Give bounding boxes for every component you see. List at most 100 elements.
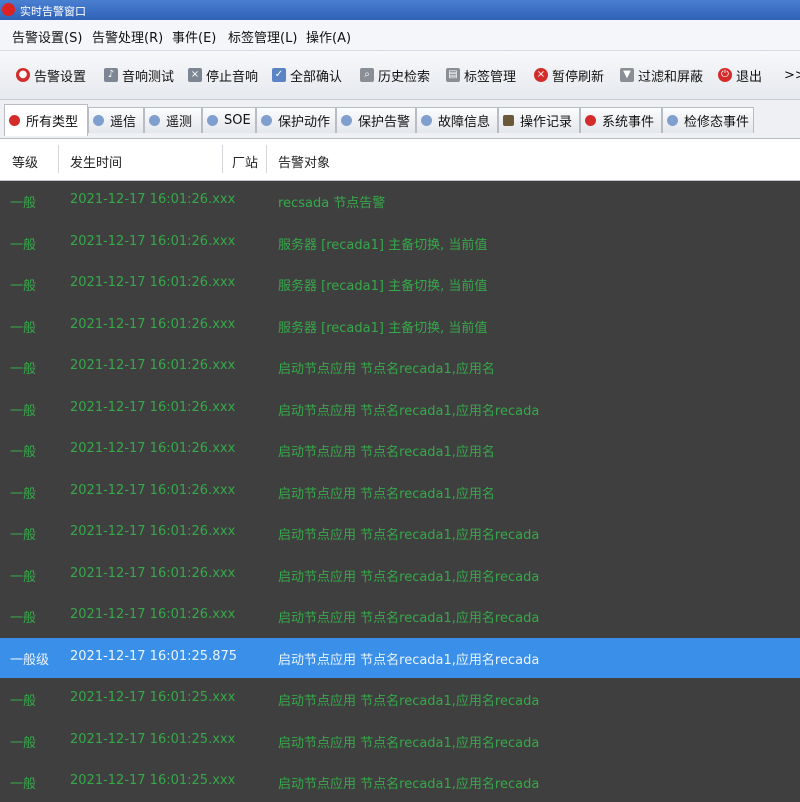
cell-object: 启动节点应用 节点名recada1,应用名recada: [278, 611, 540, 626]
table-row[interactable]: 一般 2021-12-17 16:01:26.xxx 启动节点应用 节点名recad…: [0, 347, 800, 387]
cell-object: 服务器 [recada1] 主备切换, 当前值: [278, 320, 488, 336]
window-title: 实时告警窗口: [20, 5, 86, 18]
menu-event[interactable]: 事件(E): [172, 27, 216, 46]
cell-level: 一般: [10, 735, 37, 751]
table-row[interactable]: 一般 2021-12-17 16:01:26.xxx recsada 节点告警: [0, 181, 800, 221]
menu-alarm-handling[interactable]: 告警处理(R): [92, 27, 163, 46]
cell-time: 2021-12-17 16:01:25.875: [70, 648, 238, 664]
table-row[interactable]: 一般 2021-12-17 16:01:26.xxx 服务器 [recada1] 主…: [0, 223, 800, 263]
tag-management-label: 标签管理: [464, 69, 517, 85]
cell-time: 2021-12-17 16:01:25.xxx: [70, 773, 236, 788]
stop-sound-label: 停止音响: [206, 69, 259, 85]
cell-time: 2021-12-17 16:01:26.xxx: [70, 441, 236, 456]
cell-level: 一般: [10, 694, 37, 709]
cell-time: 2021-12-17 16:01:26.xxx: [70, 233, 236, 249]
cell-time: 2021-12-17 16:01:25.xxx: [70, 731, 236, 747]
tab-label: 遥信: [110, 115, 137, 130]
title-bar: 实时告警窗口: [0, 0, 800, 20]
table-row[interactable]: 一般 2021-12-17 16:01:26.xxx 服务器 [recada1] 主…: [0, 306, 800, 346]
table-row[interactable]: 一般 2021-12-17 16:01:26.xxx 启动节点应用 节点名recad…: [0, 430, 800, 470]
more-label: >>: [784, 67, 800, 83]
tab-protection-action[interactable]: 保护动作: [256, 107, 336, 133]
sound-test-button[interactable]: ♪ 音响测试: [104, 63, 174, 87]
table-row[interactable]: 一般 2021-12-17 16:01:26.xxx 启动节点应用 节点名recad…: [0, 596, 800, 636]
alarm-settings-label: 告警设置: [34, 69, 87, 85]
tab-label: 保护告警: [358, 115, 411, 130]
column-divider[interactable]: [266, 145, 267, 173]
tag-management-button[interactable]: ▤ 标签管理: [446, 63, 516, 87]
tab-all-types[interactable]: 所有类型: [4, 104, 88, 136]
header-object[interactable]: 告警对象: [278, 152, 330, 171]
cell-object: 启动节点应用 节点名recada1,应用名recada: [278, 777, 540, 792]
tab-label: SOE: [224, 113, 251, 128]
cell-level: 一般: [10, 528, 37, 543]
tab-telesignal[interactable]: 遥信: [88, 107, 144, 133]
table-row[interactable]: 一般 2021-12-17 16:01:26.xxx 启动节点应用 节点名recad…: [0, 389, 800, 429]
tab-maintenance-event[interactable]: 检修态事件: [662, 107, 754, 133]
exit-label: 退出: [736, 69, 763, 85]
header-station[interactable]: 厂站: [232, 152, 258, 171]
exit-icon: ⏻: [718, 68, 732, 82]
table-row[interactable]: 一般 2021-12-17 16:01:25.xxx 启动节点应用 节点名recad…: [0, 762, 800, 802]
table-row[interactable]: 一般 2021-12-17 16:01:26.xxx 启动节点应用 节点名recad…: [0, 513, 800, 553]
cell-object: 服务器 [recada1] 主备切换, 当前值: [278, 237, 488, 253]
cell-object: recsada 节点告警: [278, 196, 386, 211]
tag-icon: ▤: [446, 68, 460, 82]
tab-operation-log[interactable]: 操作记录: [498, 107, 580, 133]
confirm-all-label: 全部确认: [290, 69, 343, 85]
cell-time: 2021-12-17 16:01:26.xxx: [70, 192, 236, 207]
cell-level: 一般: [10, 362, 37, 377]
menu-alarm-settings[interactable]: 告警设置(S): [12, 27, 82, 46]
table-row-selected[interactable]: 一般级 2021-12-17 16:01:25.875 启动节点应用 节点名reca…: [0, 637, 800, 678]
tab-system-event[interactable]: 系统事件: [580, 107, 662, 133]
tab-label: 故障信息: [438, 115, 491, 130]
column-divider[interactable]: [222, 145, 223, 173]
pause-refresh-label: 暂停刷新: [552, 69, 605, 85]
tab-label: 所有类型: [26, 115, 79, 130]
tab-fault-info[interactable]: 故障信息: [416, 107, 498, 133]
confirm-all-button[interactable]: ✓ 全部确认: [272, 63, 342, 87]
cell-object: 启动节点应用 节点名recada1,应用名recada: [278, 528, 540, 543]
column-divider[interactable]: [58, 145, 59, 173]
speaker-icon: ♪: [104, 68, 118, 82]
history-search-label: 历史检索: [378, 69, 431, 85]
tab-telemetry[interactable]: 遥测: [144, 107, 202, 133]
tab-label: 检修态事件: [684, 115, 750, 130]
table-row[interactable]: 一般 2021-12-17 16:01:25.xxx 启动节点应用 节点名recad…: [0, 721, 800, 761]
alarm-table: 一般 2021-12-17 16:01:26.xxx recsada 节点告警 一般 2…: [0, 181, 800, 800]
cell-level: 一般: [10, 445, 37, 460]
cell-level: 一般: [10, 403, 37, 419]
tab-soe[interactable]: SOE: [202, 107, 256, 133]
cell-level: 一般: [10, 196, 37, 211]
more-button[interactable]: >>: [784, 63, 800, 87]
exit-button[interactable]: ⏻ 退出: [718, 63, 762, 87]
cell-object: 启动节点应用 节点名recada1,应用名: [278, 486, 495, 502]
history-search-button[interactable]: ⌕ 历史检索: [360, 63, 430, 87]
table-row[interactable]: 一般 2021-12-17 16:01:26.xxx 启动节点应用 节点名recad…: [0, 472, 800, 512]
alarm-settings-button[interactable]: ● 告警设置: [16, 63, 86, 87]
app-icon: [2, 3, 15, 16]
globe-icon: [421, 115, 432, 126]
header-time[interactable]: 发生时间: [70, 152, 122, 171]
menu-bar: 告警设置(S) 告警处理(R) 事件(E) 标签管理(L) 操作(A): [0, 20, 800, 51]
filter-shield-button[interactable]: ▼ 过滤和屏蔽: [620, 63, 703, 87]
header-level[interactable]: 等级: [12, 152, 38, 171]
log-icon: [503, 115, 514, 126]
table-row[interactable]: 一般 2021-12-17 16:01:25.xxx 启动节点应用 节点名recad…: [0, 679, 800, 719]
tab-label: 系统事件: [602, 115, 655, 130]
pause-refresh-button[interactable]: × 暂停刷新: [534, 63, 604, 87]
table-row[interactable]: 一般 2021-12-17 16:01:26.xxx 启动节点应用 节点名recad…: [0, 555, 800, 595]
table-row[interactable]: 一般 2021-12-17 16:01:26.xxx 服务器 [recada1] 主…: [0, 264, 800, 304]
globe-icon: [149, 115, 160, 126]
cell-object: 服务器 [recada1] 主备切换, 当前值: [278, 279, 488, 294]
cell-time: 2021-12-17 16:01:26.xxx: [70, 275, 236, 290]
stop-sound-button[interactable]: × 停止音响: [188, 63, 258, 87]
menu-tag-management[interactable]: 标签管理(L): [228, 27, 297, 46]
filter-icon: ▼: [620, 68, 634, 82]
cell-level: 一般级: [10, 652, 50, 668]
toolbar: ● 告警设置 ♪ 音响测试 × 停止音响 ✓ 全部确认 ⌕ 历史检索 ▤ 标签管…: [0, 51, 800, 100]
tab-protection-alarm[interactable]: 保护告警: [336, 107, 416, 133]
menu-operation[interactable]: 操作(A): [306, 27, 351, 46]
cell-time: 2021-12-17 16:01:26.xxx: [70, 565, 236, 581]
cell-level: 一般: [10, 777, 37, 792]
